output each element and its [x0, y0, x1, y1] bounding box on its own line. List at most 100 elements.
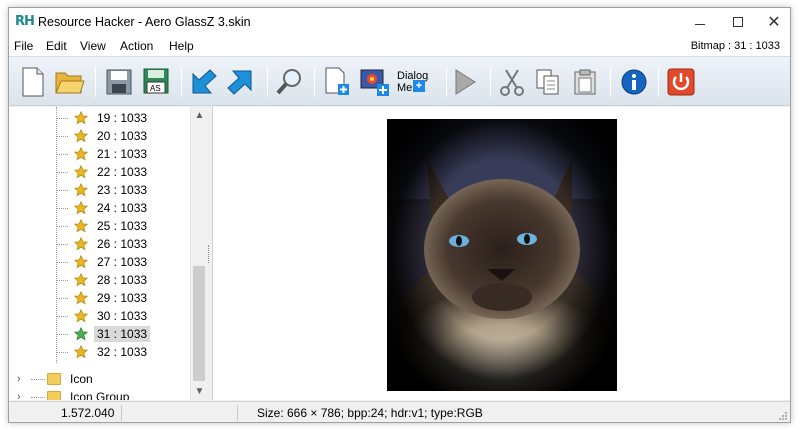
star-icon	[73, 146, 89, 161]
close-button[interactable]: ✕	[755, 8, 790, 36]
tree-item-label: 29 : 1033	[97, 291, 148, 305]
scrollbar-thumb[interactable]	[193, 266, 205, 381]
title-bar: RH Resource Hacker - Aero GlassZ 3.skin …	[9, 8, 790, 36]
save-button[interactable]	[103, 66, 135, 98]
minimize-icon	[695, 23, 705, 25]
save-as-icon: AS	[143, 68, 169, 94]
maximize-button[interactable]	[719, 8, 757, 36]
chevron-right-icon[interactable]: ›	[17, 373, 31, 385]
info-icon	[621, 69, 647, 95]
add-resource-icon	[325, 67, 349, 95]
tree-item-label: 30 : 1033	[97, 309, 148, 323]
menu-edit[interactable]: Edit	[46, 39, 67, 53]
tree-item-label: 31 : 1033	[94, 326, 151, 342]
folder-label: Icon	[70, 372, 93, 386]
star-icon	[73, 200, 89, 215]
star-icon	[73, 290, 89, 305]
status-info: Size: 666 × 786; bpp:24; hdr:v1; type:RG…	[257, 406, 483, 420]
add-image-button[interactable]	[359, 66, 391, 98]
folder-label: Icon Group	[70, 390, 130, 400]
tree-item[interactable]: 21 : 1033	[56, 145, 150, 163]
tree-item[interactable]: 27 : 1033	[56, 253, 150, 271]
tree-item[interactable]: 26 : 1033	[56, 235, 150, 253]
paste-button[interactable]	[569, 66, 601, 98]
new-file-button[interactable]	[17, 66, 49, 98]
tree-item-label: 24 : 1033	[97, 201, 148, 215]
star-icon	[73, 308, 89, 323]
tree-item[interactable]: 22 : 1033	[56, 163, 150, 181]
tree-item[interactable]: 20 : 1033	[56, 127, 150, 145]
tree-item-label: 27 : 1033	[97, 255, 148, 269]
tree-item-label: 21 : 1033	[97, 147, 148, 161]
tree-item[interactable]: 32 : 1033	[56, 343, 150, 361]
folder-icon	[47, 373, 61, 385]
star-icon	[73, 110, 89, 125]
add-resource-button[interactable]	[321, 66, 353, 98]
play-button[interactable]	[449, 66, 481, 98]
star-icon	[73, 236, 89, 251]
menu-help[interactable]: Help	[169, 39, 194, 53]
tree-item-label: 23 : 1033	[97, 183, 148, 197]
tree-item-label: 28 : 1033	[97, 273, 148, 287]
power-icon	[667, 68, 695, 96]
menu-view[interactable]: View	[80, 39, 106, 53]
tree-item-label: 32 : 1033	[97, 345, 148, 359]
resize-grip-icon[interactable]	[778, 411, 788, 421]
toolbar: AS Dialog Mer +	[9, 56, 790, 106]
window-title: Resource Hacker - Aero GlassZ 3.skin	[38, 15, 251, 29]
tree-item[interactable]: 30 : 1033	[56, 307, 150, 325]
tree-item[interactable]: 24 : 1033	[56, 199, 150, 217]
new-file-icon	[22, 67, 44, 97]
forward-button[interactable]	[224, 66, 256, 98]
status-bar: 1.572.040 Size: 666 × 786; bpp:24; hdr:v…	[9, 401, 790, 422]
plus-icon: +	[413, 80, 425, 92]
star-icon	[73, 164, 89, 179]
star-icon	[73, 326, 89, 341]
forward-arrow-icon	[227, 70, 252, 95]
maximize-icon	[733, 17, 743, 27]
status-position: 1.572.040	[61, 406, 115, 420]
save-icon	[106, 69, 132, 95]
paste-icon	[574, 69, 596, 95]
chevron-down-icon[interactable]: ▼	[191, 383, 208, 400]
back-button[interactable]	[188, 66, 220, 98]
chevron-up-icon[interactable]: ▲	[191, 107, 208, 124]
star-icon	[73, 272, 89, 287]
tree-item[interactable]: 28 : 1033	[56, 271, 150, 289]
splitter-grip[interactable]	[208, 245, 210, 263]
tree-scrollbar[interactable]: ▲ ▼	[190, 107, 207, 400]
open-button[interactable]	[54, 66, 86, 98]
add-image-icon	[360, 69, 389, 96]
tree-item-label: 26 : 1033	[97, 237, 148, 251]
bitmap-image	[387, 119, 617, 391]
chevron-right-icon[interactable]: ›	[17, 391, 31, 400]
tree-item[interactable]: 19 : 1033	[56, 109, 150, 127]
menu-bar: File Edit View Action Help Bitmap : 31 :…	[9, 36, 790, 56]
tree-item-label: 20 : 1033	[97, 129, 148, 143]
resource-tree: 19 : 1033 20 : 1033 21 : 1033 22 : 1033 23 :…	[9, 107, 207, 400]
tree-folder-icon[interactable]: › Icon	[17, 370, 96, 388]
cut-button[interactable]	[496, 66, 528, 98]
app-window: RH Resource Hacker - Aero GlassZ 3.skin …	[8, 7, 791, 423]
tree-item[interactable]: 29 : 1033	[56, 289, 150, 307]
open-folder-icon	[55, 72, 85, 94]
minimize-button[interactable]	[681, 8, 719, 36]
tree-item[interactable]: 23 : 1033	[56, 181, 150, 199]
menu-action[interactable]: Action	[120, 39, 153, 53]
tree-item-label: 19 : 1033	[97, 111, 148, 125]
tree-item[interactable]: 25 : 1033	[56, 217, 150, 235]
info-button[interactable]	[618, 66, 650, 98]
dialog-menu-button[interactable]: Dialog Mer +	[397, 66, 437, 98]
resource-label: Bitmap : 31 : 1033	[690, 40, 780, 52]
save-as-button[interactable]: AS	[140, 66, 172, 98]
exit-button[interactable]	[665, 66, 697, 98]
tree-item[interactable]: 31 : 1033	[56, 325, 151, 343]
folder-icon	[47, 391, 61, 400]
close-icon: ✕	[767, 14, 781, 31]
find-button[interactable]	[273, 66, 305, 98]
tree-folder-icon-group[interactable]: › Icon Group	[17, 388, 132, 400]
copy-button[interactable]	[532, 66, 564, 98]
menu-file[interactable]: File	[14, 39, 33, 53]
cut-icon	[500, 69, 524, 96]
tree-item-label: 22 : 1033	[97, 165, 148, 179]
